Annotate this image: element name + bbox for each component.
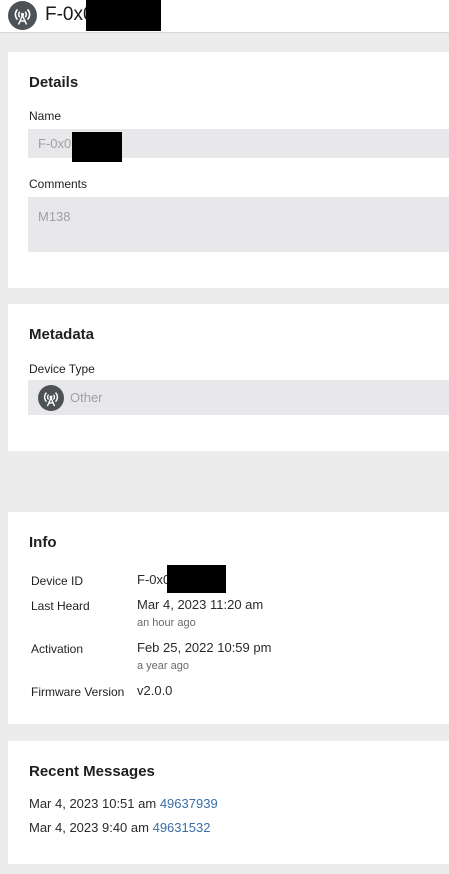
recent-messages-title: Recent Messages bbox=[29, 763, 155, 780]
name-label: Name bbox=[29, 109, 62, 123]
info-value-last-heard: Mar 4, 2023 11:20 am bbox=[137, 597, 264, 612]
device-type-label: Device Type bbox=[29, 362, 95, 376]
info-card: Info Device ID F-0x0 Last Heard Mar 4, 2… bbox=[8, 512, 449, 724]
message-id-link[interactable]: 49637939 bbox=[160, 796, 218, 811]
info-sub-last-heard: an hour ago bbox=[137, 617, 196, 629]
name-field[interactable]: F-0x0 bbox=[28, 129, 449, 162]
info-value-activation: Feb 25, 2022 10:59 pm bbox=[137, 640, 272, 655]
message-row: Mar 4, 2023 9:40 am 49631532 bbox=[29, 820, 210, 835]
message-time: Mar 4, 2023 9:40 am bbox=[29, 820, 149, 835]
info-label-last-heard: Last Heard bbox=[31, 599, 90, 613]
device-type-select[interactable]: Other bbox=[28, 380, 449, 415]
comments-label: Comments bbox=[29, 177, 88, 191]
device-type-value: Other bbox=[70, 390, 103, 405]
info-label-device-id: Device ID bbox=[31, 574, 84, 588]
metadata-title: Metadata bbox=[29, 326, 95, 343]
info-value-firmware: v2.0.0 bbox=[137, 683, 173, 698]
redaction-block bbox=[167, 565, 226, 593]
info-title: Info bbox=[29, 534, 57, 551]
redaction-block bbox=[86, 0, 161, 31]
info-value-device-id: F-0x0 bbox=[137, 572, 171, 587]
comments-field-value: M138 bbox=[38, 209, 71, 224]
message-row: Mar 4, 2023 10:51 am 49637939 bbox=[29, 796, 218, 811]
antenna-tower-icon bbox=[38, 385, 64, 411]
info-label-firmware: Firmware Version bbox=[31, 685, 125, 699]
recent-messages-card: Recent Messages Mar 4, 2023 10:51 am 496… bbox=[8, 741, 449, 864]
info-label-activation: Activation bbox=[31, 642, 84, 656]
message-id-link[interactable]: 49631532 bbox=[153, 820, 211, 835]
page-header: F-0x0 bbox=[0, 0, 449, 33]
message-time: Mar 4, 2023 10:51 am bbox=[29, 796, 157, 811]
redaction-block bbox=[72, 132, 122, 162]
comments-field[interactable]: M138 bbox=[28, 197, 449, 252]
details-title: Details bbox=[29, 74, 79, 91]
name-field-value: F-0x0 bbox=[38, 136, 72, 151]
details-card: Details Name F-0x0 Comments M138 bbox=[8, 52, 449, 288]
info-sub-activation: a year ago bbox=[137, 660, 189, 672]
metadata-card: Metadata Device Type Other bbox=[8, 304, 449, 451]
antenna-tower-icon bbox=[8, 1, 37, 30]
